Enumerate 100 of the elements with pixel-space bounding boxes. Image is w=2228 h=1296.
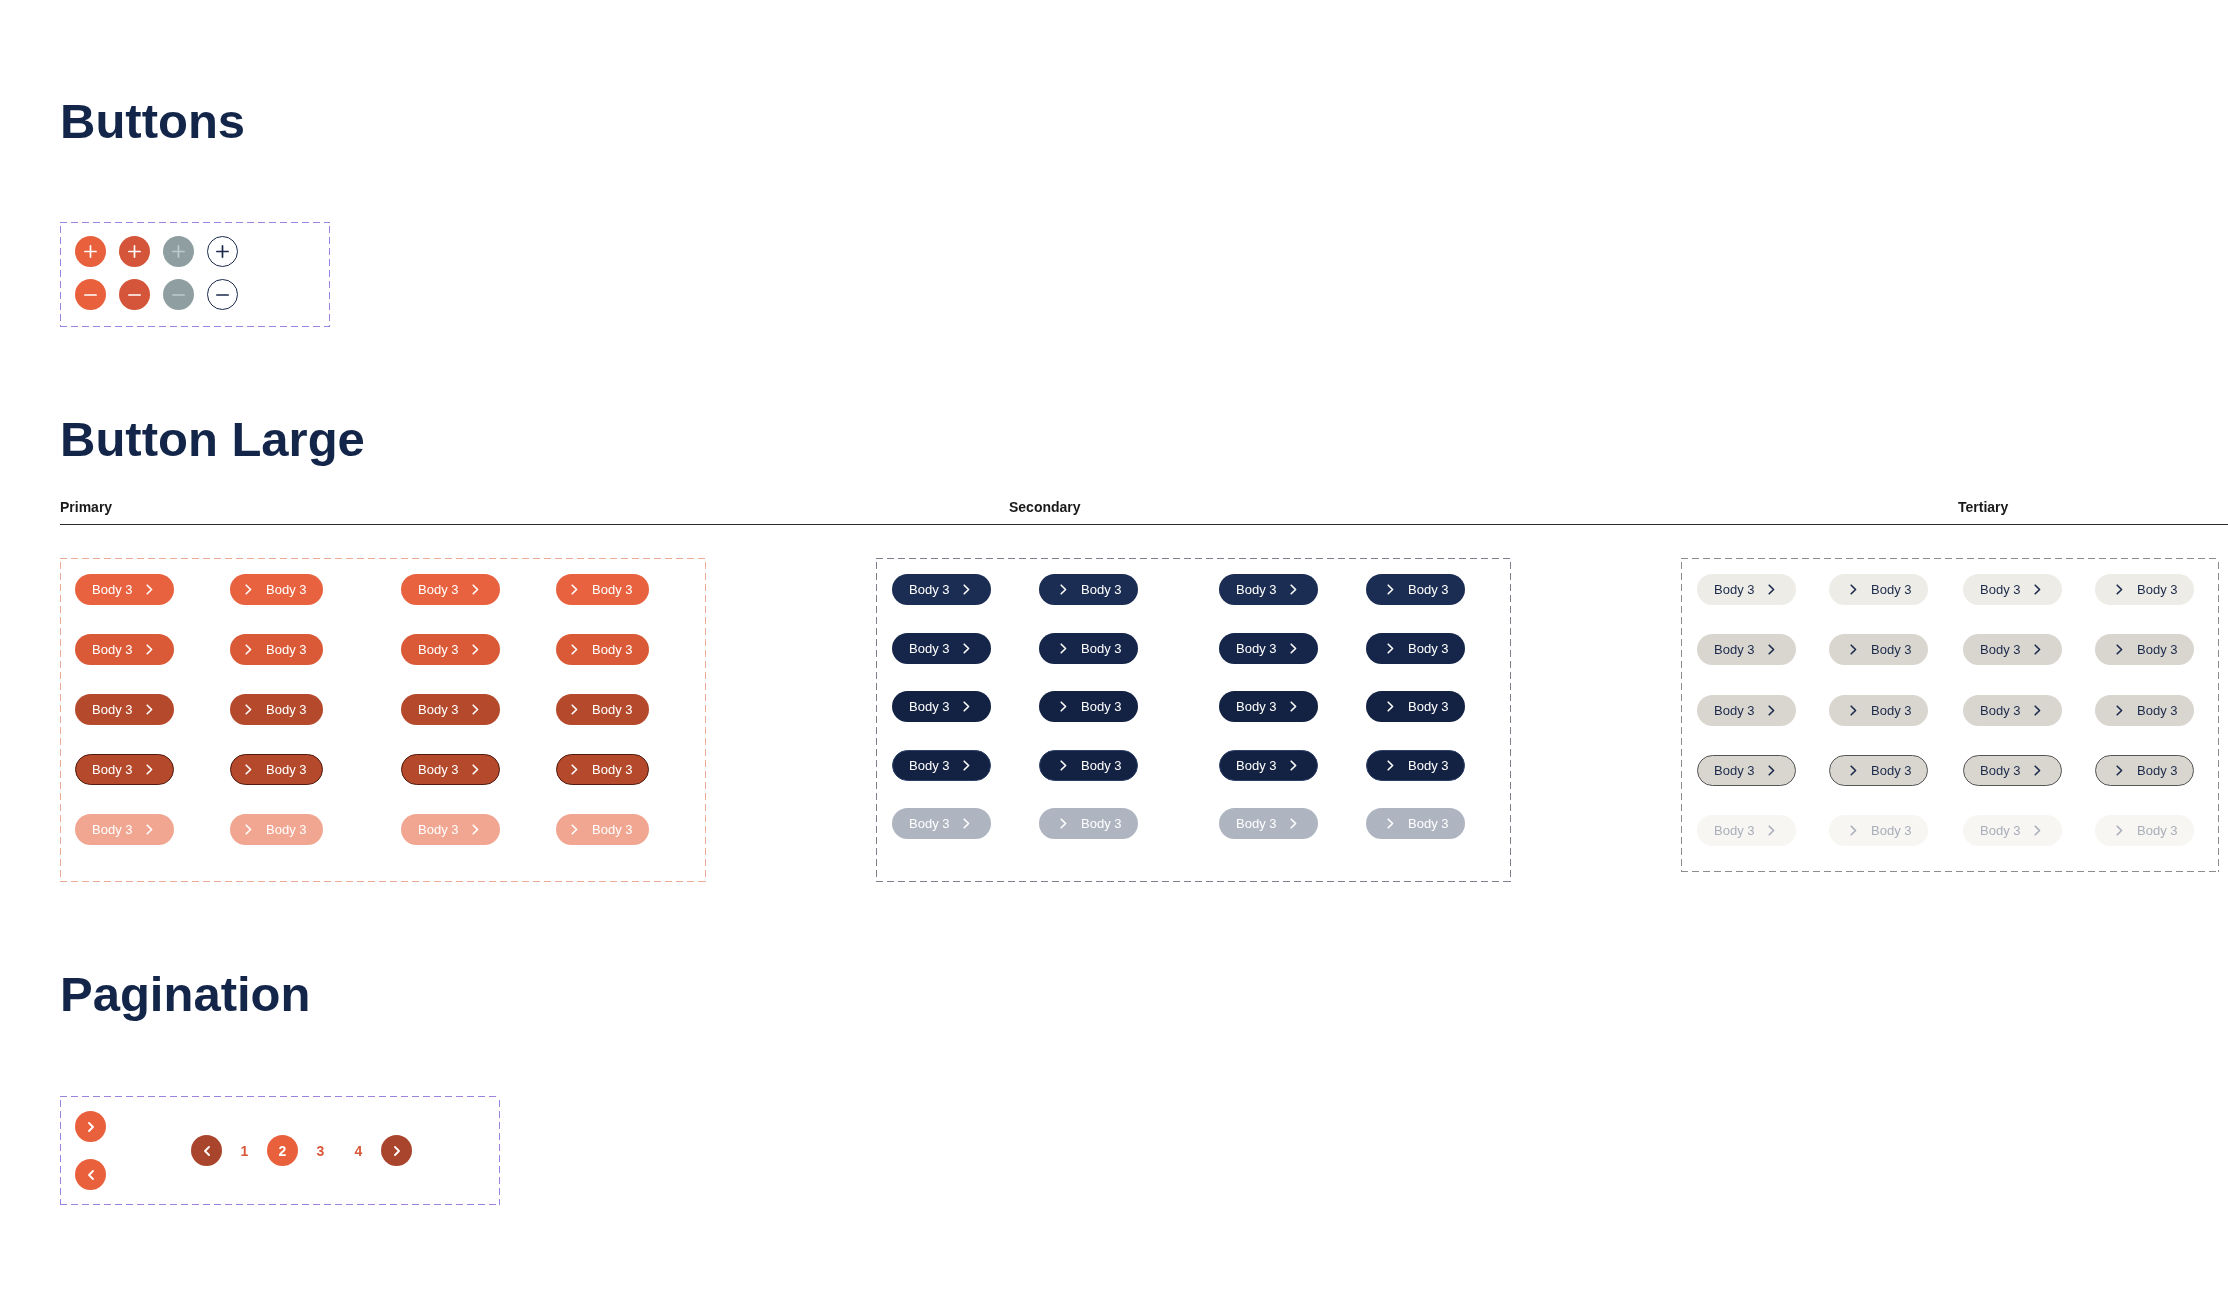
chevron-right-icon (2034, 584, 2042, 595)
primary-button[interactable]: Body 3 (401, 694, 501, 725)
chevron-left-icon (87, 1169, 94, 1180)
primary-button[interactable]: Body 3 (401, 754, 501, 785)
chevron-right-icon (1850, 704, 1857, 716)
secondary-button[interactable]: Body 3 (1219, 632, 1319, 664)
previous-page-button[interactable] (191, 1135, 222, 1166)
chevron-right-icon (1387, 642, 1394, 654)
chevron-right-icon (2116, 584, 2123, 595)
chevron-right-icon (1768, 764, 1776, 776)
chevron-right-icon (2034, 644, 2042, 656)
section-heading: Buttons (60, 97, 246, 146)
chevron-right-icon (571, 584, 578, 595)
chevron-right-icon (2116, 825, 2123, 837)
primary-button[interactable]: Body 3 (556, 754, 650, 785)
chevron-right-icon (963, 642, 971, 654)
chevron-right-icon (1387, 759, 1394, 771)
chevron-right-icon (2034, 704, 2042, 716)
primary-button[interactable]: Body 3 (230, 634, 324, 665)
tertiary-button[interactable]: Body 3 (1829, 574, 1929, 605)
primary-button[interactable]: Body 3 (75, 694, 175, 725)
primary-button[interactable]: Body 3 (401, 634, 501, 665)
secondary-button[interactable]: Body 3 (892, 632, 992, 664)
chevron-right-icon (1387, 584, 1394, 595)
previous-button[interactable] (75, 1159, 106, 1190)
chevron-right-icon (571, 644, 578, 655)
plus-icon (84, 245, 97, 258)
chevron-right-icon (571, 764, 578, 775)
chevron-right-icon (1060, 759, 1067, 771)
next-page-button[interactable] (381, 1135, 412, 1166)
secondary-button[interactable]: Body 3 (1219, 574, 1319, 605)
tertiary-button[interactable]: Body 3 (1963, 574, 2063, 605)
primary-button[interactable]: Body 3 (556, 694, 650, 725)
tertiary-button[interactable]: Body 3 (2095, 754, 2195, 786)
chevron-right-icon (2034, 764, 2042, 776)
primary-button[interactable]: Body 3 (230, 694, 324, 725)
chevron-right-icon (245, 644, 252, 655)
chevron-right-icon (472, 824, 480, 835)
chevron-right-icon (1060, 642, 1067, 654)
chevron-right-icon (1060, 818, 1067, 829)
chevron-right-icon (245, 704, 252, 715)
tertiary-button[interactable]: Body 3 (2095, 694, 2195, 726)
tertiary-button[interactable]: Body 3 (1697, 694, 1797, 726)
plus-icon (216, 245, 229, 258)
minus-icon (84, 293, 97, 296)
page-button[interactable]: 4 (343, 1135, 374, 1166)
minus-button[interactable] (207, 279, 238, 310)
chevron-right-icon (1768, 704, 1776, 716)
secondary-button[interactable]: Body 3 (1219, 691, 1319, 722)
group-label: Tertiary (1958, 499, 2009, 516)
chevron-right-icon (472, 764, 480, 775)
secondary-button[interactable]: Body 3 (1366, 691, 1466, 722)
primary-button[interactable]: Body 3 (75, 634, 175, 665)
primary-button[interactable]: Body 3 (230, 754, 324, 785)
section-heading: Button Large (60, 415, 365, 464)
tertiary-button[interactable]: Body 3 (1697, 754, 1797, 786)
plus-button[interactable] (207, 236, 238, 267)
chevron-right-icon (1768, 825, 1776, 837)
secondary-button[interactable]: Body 3 (1039, 632, 1139, 664)
secondary-button[interactable]: Body 3 (1366, 574, 1466, 605)
group-label: Primary (60, 499, 113, 516)
tertiary-button[interactable]: Body 3 (1829, 754, 1929, 786)
secondary-button[interactable]: Body 3 (1366, 632, 1466, 664)
tertiary-button[interactable]: Body 3 (1829, 634, 1929, 666)
tertiary-button[interactable]: Body 3 (1963, 754, 2063, 786)
tertiary-button[interactable]: Body 3 (1963, 694, 2063, 726)
secondary-button[interactable]: Body 3 (892, 749, 992, 781)
chevron-right-icon (2034, 825, 2042, 837)
secondary-button[interactable]: Body 3 (892, 574, 992, 605)
page-button[interactable]: 3 (305, 1135, 336, 1166)
chevron-right-icon (472, 644, 480, 655)
secondary-button[interactable]: Body 3 (1366, 749, 1466, 781)
tertiary-button[interactable]: Body 3 (1829, 694, 1929, 726)
tertiary-button[interactable]: Body 3 (2095, 574, 2195, 605)
chevron-right-icon (1290, 759, 1298, 771)
page-button[interactable]: 1 (229, 1135, 260, 1166)
primary-button[interactable]: Body 3 (75, 754, 175, 785)
primary-button[interactable]: Body 3 (556, 634, 650, 665)
secondary-button[interactable]: Body 3 (1039, 749, 1139, 781)
tertiary-button[interactable]: Body 3 (1697, 574, 1797, 605)
next-button[interactable] (75, 1111, 106, 1142)
section-heading: Pagination (60, 970, 311, 1019)
chevron-right-icon (146, 644, 154, 655)
chevron-right-icon (963, 818, 971, 829)
secondary-button[interactable]: Body 3 (892, 691, 992, 722)
chevron-right-icon (1768, 644, 1776, 656)
chevron-right-icon (1060, 584, 1067, 595)
chevron-right-icon (2116, 764, 2123, 776)
tertiary-button[interactable]: Body 3 (1697, 634, 1797, 666)
secondary-button[interactable]: Body 3 (1219, 749, 1319, 781)
chevron-right-icon (245, 764, 252, 775)
chevron-right-icon (1850, 584, 1857, 595)
chevron-right-icon (1850, 644, 1857, 656)
chevron-right-icon (87, 1121, 94, 1132)
chevron-right-icon (146, 704, 154, 715)
tertiary-button[interactable]: Body 3 (2095, 634, 2195, 666)
secondary-button[interactable]: Body 3 (1039, 691, 1139, 722)
tertiary-button[interactable]: Body 3 (1963, 634, 2063, 666)
chevron-right-icon (472, 704, 480, 715)
secondary-button[interactable]: Body 3 (1039, 574, 1139, 605)
